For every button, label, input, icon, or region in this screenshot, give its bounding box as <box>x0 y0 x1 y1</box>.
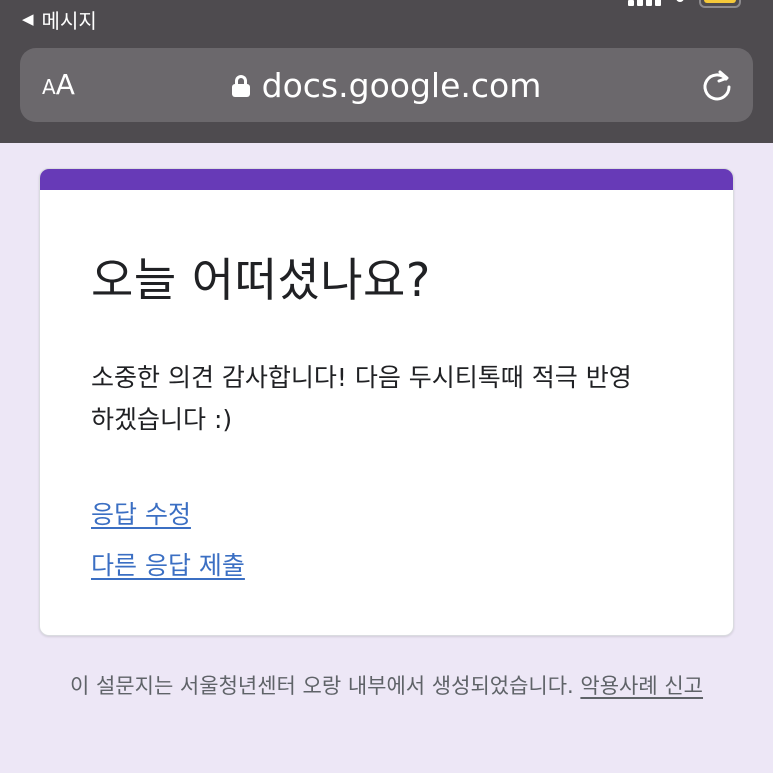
address-bar[interactable]: A A docs.google.com <box>20 48 753 122</box>
lock-icon <box>231 75 250 97</box>
card-accent-bar <box>40 169 733 190</box>
edit-response-link[interactable]: 응답 수정 <box>91 495 191 531</box>
url-display[interactable]: docs.google.com <box>20 48 753 122</box>
url-text: docs.google.com <box>261 65 542 105</box>
back-app-label: 메시지 <box>41 8 97 33</box>
browser-top-bar: ◀ 메시지 A A docs.google.com <box>0 0 773 143</box>
battery-icon <box>699 0 741 8</box>
status-indicators <box>628 0 741 8</box>
footer-notice-text: 이 설문지는 서울청년센터 오랑 내부에서 생성되었습니다. <box>69 674 574 698</box>
submit-another-response-link[interactable]: 다른 응답 제출 <box>91 546 245 582</box>
report-abuse-link[interactable]: 악용사례 신고 <box>580 674 703 698</box>
reload-icon[interactable] <box>699 67 735 103</box>
form-title: 오늘 어떠셨나요? <box>91 253 431 307</box>
confirmation-message: 소중한 의견 감사합니다! 다음 두시티톡때 적극 반영 하겠습니다 :) <box>91 357 701 441</box>
back-triangle-icon: ◀ <box>22 10 34 28</box>
cellular-signal-icon <box>628 0 661 6</box>
back-to-app-button[interactable]: ◀ 메시지 <box>22 5 97 33</box>
wifi-icon <box>673 0 687 4</box>
confirmation-line-2: 하겠습니다 :) <box>91 405 233 434</box>
confirmation-line-1: 소중한 의견 감사합니다! 다음 두시티톡때 적극 반영 <box>91 363 632 392</box>
footer-notice: 이 설문지는 서울청년센터 오랑 내부에서 생성되었습니다. 악용사례 신고 <box>40 670 733 703</box>
form-confirmation-card: 오늘 어떠셨나요? 소중한 의견 감사합니다! 다음 두시티톡때 적극 반영 하… <box>39 168 734 636</box>
